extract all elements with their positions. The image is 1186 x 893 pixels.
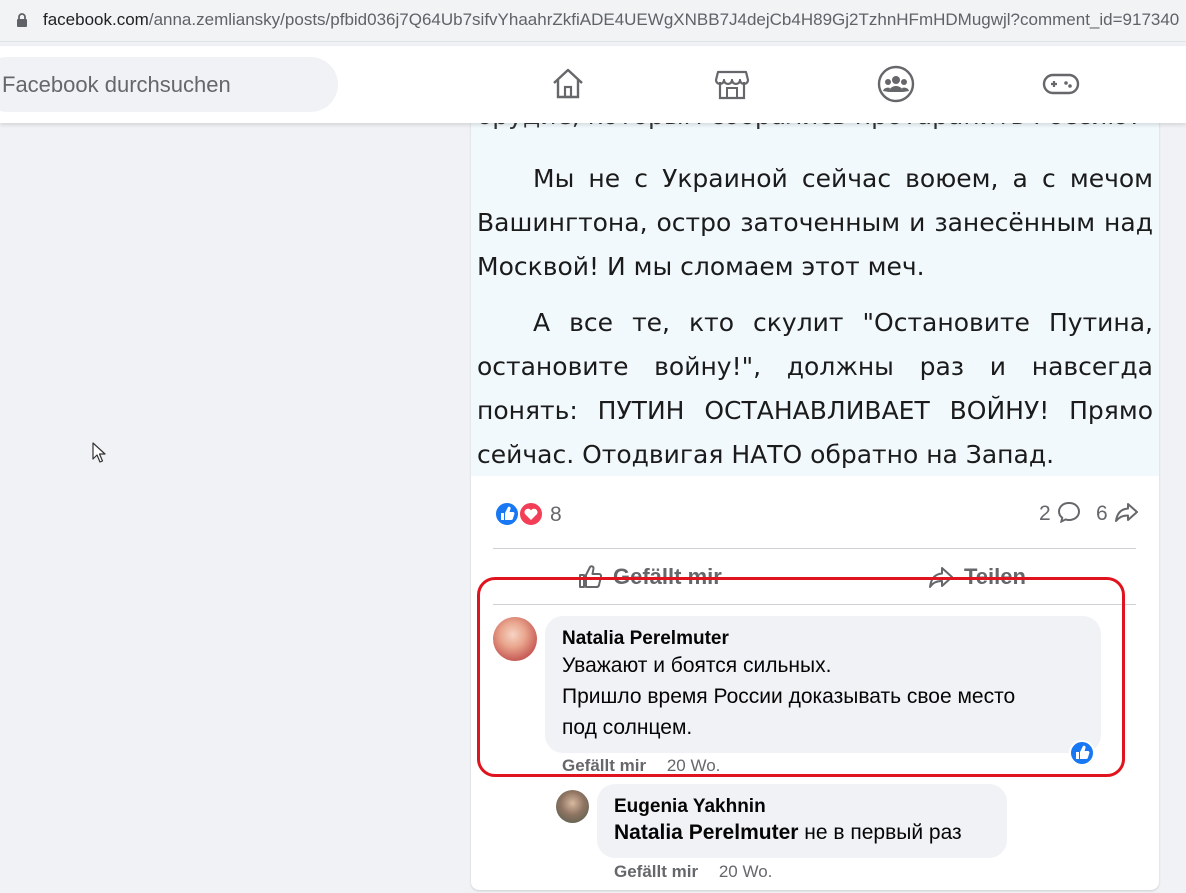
- comment-bubble: Natalia Perelmuter Уважают и боятся силь…: [545, 616, 1101, 753]
- avatar[interactable]: [493, 617, 537, 661]
- comment-author[interactable]: Natalia Perelmuter: [562, 628, 729, 650]
- reaction-count[interactable]: 8: [550, 503, 562, 527]
- reply-mention[interactable]: Natalia Perelmuter: [614, 821, 798, 844]
- url-path: /anna.zemliansky/posts/pfbid036j7Q64Ub7s…: [148, 10, 1180, 29]
- gaming-icon[interactable]: [1041, 64, 1081, 104]
- facebook-header: [0, 46, 1186, 123]
- reaction-icons[interactable]: [494, 501, 544, 527]
- divider: [493, 548, 1136, 549]
- marketplace-icon[interactable]: [712, 64, 752, 104]
- share-icon: [1114, 503, 1138, 522]
- reactions-row: 8 2 6: [471, 495, 1159, 535]
- thumbs-up-icon: [579, 565, 603, 588]
- like-button[interactable]: Gefällt mir: [576, 562, 722, 592]
- url-text[interactable]: facebook.com/anna.zemliansky/posts/pfbid…: [43, 10, 1179, 30]
- comment-icon: [1057, 501, 1080, 524]
- share-icon: [929, 567, 953, 588]
- reply-author[interactable]: Eugenia Yakhnin: [614, 796, 766, 818]
- post-image: орудие, которым собрались протаранить Ро…: [471, 100, 1159, 476]
- reply-meta: Gefällt mir 20 Wo.: [614, 862, 772, 882]
- like-button-label: Gefällt mir: [613, 564, 722, 589]
- share-button-label: Teilen: [964, 564, 1026, 589]
- share-count[interactable]: 6: [1096, 501, 1140, 526]
- browser-address-bar[interactable]: facebook.com/anna.zemliansky/posts/pfbid…: [0, 0, 1186, 42]
- reply-age[interactable]: 20 Wo.: [719, 862, 773, 881]
- share-button[interactable]: Teilen: [927, 562, 1026, 592]
- url-host: facebook.com: [43, 10, 149, 29]
- reply-like-link[interactable]: Gefällt mir: [614, 862, 698, 881]
- reply-text: Natalia Perelmuter не в первый раз: [614, 817, 962, 848]
- comment-text-line-3: под солнцем.: [562, 716, 693, 739]
- post-image-paragraph-2: А все те, кто скулит "Остановите Путина,…: [477, 308, 1153, 469]
- comment-age[interactable]: 20 Wo.: [667, 756, 721, 775]
- reply-text-body: не в первый раз: [798, 821, 962, 844]
- mouse-cursor-icon: [92, 442, 106, 463]
- groups-icon[interactable]: [876, 64, 916, 104]
- comment-count[interactable]: 2: [1039, 501, 1081, 526]
- reply-bubble: Eugenia Yakhnin Natalia Perelmuter не в …: [597, 784, 1007, 858]
- comment-text-line-1: Уважают и боятся сильных.: [562, 654, 832, 677]
- post-image-paragraph-1: Мы не с Украиной сейчас воюем, а с мечом…: [477, 164, 1153, 281]
- comment-text-line-2: Пришло время России доказывать свое мест…: [562, 685, 1016, 708]
- search-input[interactable]: [2, 57, 322, 112]
- lock-icon: [17, 13, 27, 27]
- divider: [493, 604, 1136, 605]
- share-count-value: 6: [1096, 502, 1108, 525]
- comment-count-value: 2: [1039, 502, 1051, 525]
- comment-meta: Gefällt mir 20 Wo.: [562, 756, 720, 776]
- comment-like-link[interactable]: Gefällt mir: [562, 756, 646, 775]
- avatar[interactable]: [556, 790, 589, 823]
- search-box[interactable]: [0, 57, 338, 112]
- like-reaction-icon[interactable]: [1069, 740, 1095, 766]
- home-icon[interactable]: [548, 64, 588, 104]
- post-card: орудие, которым собрались протаранить Ро…: [471, 100, 1159, 890]
